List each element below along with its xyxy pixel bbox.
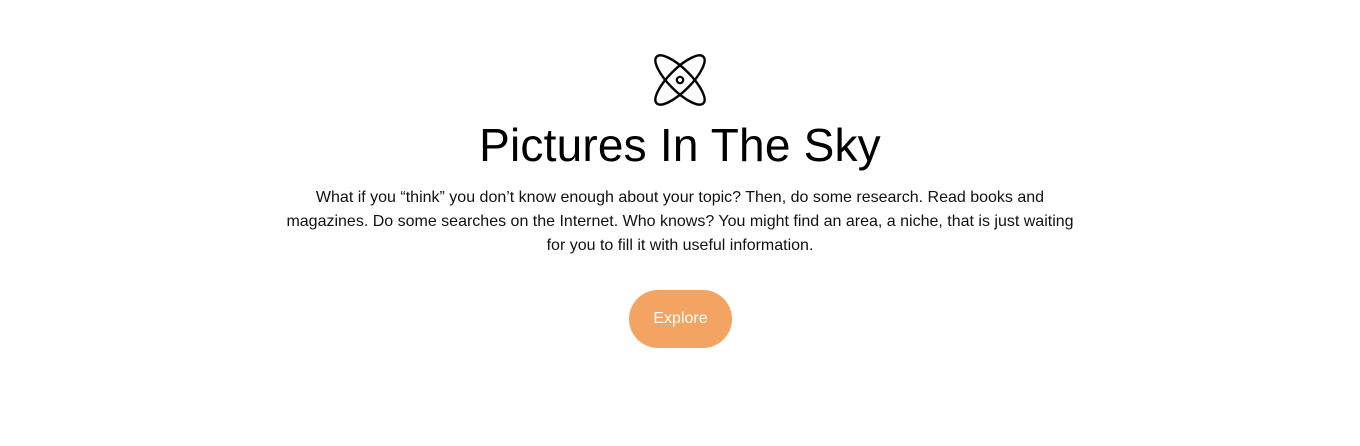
- atom-orbit-icon: [654, 54, 706, 106]
- explore-button[interactable]: Explore: [629, 290, 732, 348]
- hero-section: Pictures In The Sky What if you “think” …: [0, 0, 1360, 446]
- page-title: Pictures In The Sky: [479, 119, 881, 171]
- hero-description: What if you “think” you don’t know enoug…: [286, 189, 1074, 254]
